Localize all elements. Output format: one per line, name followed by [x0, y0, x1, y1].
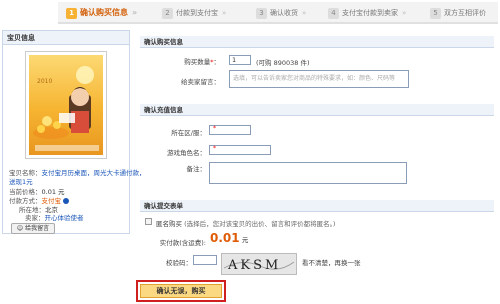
- step-5: 5 双方互相评价: [430, 5, 486, 21]
- item-name-link[interactable]: 支付宝月历桌面，周光大卡通付款，: [42, 169, 146, 177]
- anonymous-checkbox[interactable]: [145, 218, 152, 225]
- captcha-refresh-link[interactable]: 看不清楚，再换一张: [302, 257, 361, 267]
- step-2-number: 2: [162, 8, 173, 19]
- payment-value: 支付宝: [41, 197, 62, 205]
- seller-row: 卖家：开心体验使者: [25, 214, 84, 222]
- location-row: 所在地：北京: [19, 206, 58, 214]
- pay-amount: 0.01 元: [210, 231, 248, 245]
- item-name-row-2: 送现1元: [9, 178, 33, 186]
- chevron-right-icon: »: [222, 9, 227, 17]
- required-mark: *: [213, 145, 216, 152]
- anonymous-hint: (选择后，您对该宝贝的出价、留言和评价都将匿名。): [184, 220, 336, 228]
- calendar-illustration: 2010: [33, 66, 99, 151]
- step-1: 1 确认购买信息 »: [66, 5, 137, 21]
- message-textarea[interactable]: 选填，可以告诉卖家您对商品的特殊要求，如：颜色、尺码等: [229, 70, 409, 88]
- message-label: 给卖家留言：: [181, 78, 220, 86]
- step-3-number: 3: [256, 8, 267, 19]
- pay-unit: 元: [241, 236, 249, 244]
- anonymous-row: 匿名购买 (选择后，您对该宝贝的出价、留言和评价都将匿名。): [156, 218, 335, 228]
- seller-link[interactable]: 开心体验使者: [45, 214, 84, 222]
- game-role-input[interactable]: [209, 145, 271, 155]
- item-info-panel: 宝贝信息 2010 宝贝名称：支付宝月历桌面，周光大卡通付款， 送现1元 当前价…: [2, 30, 146, 234]
- seller-key: 卖家：: [25, 214, 45, 222]
- item-image: 2010: [29, 55, 103, 155]
- chat-icon: ☺: [16, 225, 24, 232]
- required-mark: *: [213, 125, 216, 132]
- confirm-purchase-button[interactable]: 确认无误，购买: [140, 284, 222, 298]
- step-5-number: 5: [430, 8, 441, 19]
- recharge-section-title: 确认充值信息: [140, 104, 494, 116]
- location-key: 所在地：: [19, 206, 45, 214]
- chevron-right-icon: »: [402, 9, 407, 17]
- svg-text:2010: 2010: [37, 78, 52, 85]
- chevron-right-icon: »: [132, 8, 138, 17]
- step-2: 2 付款到支付宝 »: [162, 5, 226, 21]
- item-thumbnail[interactable]: 2010: [25, 51, 107, 159]
- message-seller-label: 给我留言: [25, 225, 50, 232]
- captcha-text: AKSM: [227, 258, 281, 273]
- chevron-right-icon: »: [302, 9, 307, 17]
- submit-highlight: 确认无误，购买: [136, 280, 226, 302]
- qty-label: 购买数量*：: [184, 58, 220, 66]
- step-4-number: 4: [328, 8, 339, 19]
- step-5-label: 双方互相评价: [444, 9, 486, 17]
- payment-row: 付款方式：支付宝: [9, 197, 69, 205]
- location-value: 北京: [45, 206, 58, 214]
- note-label: 备注：: [186, 165, 207, 173]
- payment-key: 付款方式：: [9, 197, 42, 205]
- captcha-graphic: AKSM: [223, 258, 295, 273]
- required-mark: *: [210, 58, 214, 66]
- message-placeholder: 选填，可以告诉卖家您对商品的特殊要求，如：颜色、尺码等: [233, 75, 396, 82]
- alipay-icon: [63, 198, 69, 204]
- step-4-label: 支付宝付款到卖家: [342, 9, 398, 17]
- step-1-label: 确认购买信息: [80, 8, 128, 17]
- step-1-number: 1: [66, 8, 77, 19]
- item-name-key: 宝贝名称：: [9, 169, 42, 177]
- qty-available: (可购 890038 件): [256, 59, 310, 67]
- qty-label-text: 购买数量: [184, 58, 211, 66]
- item-info-title: 宝贝信息: [3, 31, 129, 45]
- message-seller-button[interactable]: ☺ 给我留言: [11, 223, 55, 234]
- item-name-link-2[interactable]: 送现1元: [9, 178, 33, 186]
- captcha-input[interactable]: [193, 255, 217, 265]
- captcha-label: 校验码：: [166, 259, 192, 267]
- pay-label: 实付款(含运费):: [159, 239, 206, 247]
- item-name-row: 宝贝名称：支付宝月历桌面，周光大卡通付款，: [9, 169, 146, 177]
- qty-input[interactable]: 1: [229, 55, 251, 65]
- game-role-label: 游戏角色名：: [167, 149, 206, 157]
- step-4: 4 支付宝付款到卖家 »: [328, 5, 406, 21]
- captcha-image[interactable]: AKSM: [221, 253, 297, 275]
- price-row: 当前价格：0.01 元: [9, 188, 65, 196]
- step-3: 3 确认收货 »: [256, 5, 306, 21]
- step-2-label: 付款到支付宝: [176, 9, 218, 17]
- purchase-section-title: 确认购买信息: [140, 36, 494, 48]
- step-3-label: 确认收货: [270, 9, 298, 17]
- progress-steps: 1 确认购买信息 » 2 付款到支付宝 » 3 确认收货 » 4 支付宝付款到卖家 » 5 双方互…: [58, 2, 498, 24]
- pay-value: 0.01: [210, 231, 240, 245]
- anonymous-label: 匿名购买: [156, 220, 182, 228]
- submit-section-title: 确认提交表单: [140, 200, 494, 212]
- server-label: 所在区/服：: [171, 129, 206, 137]
- price-value: 0.01 元: [41, 188, 65, 196]
- price-key: 当前价格：: [9, 188, 42, 196]
- note-textarea[interactable]: [209, 162, 407, 184]
